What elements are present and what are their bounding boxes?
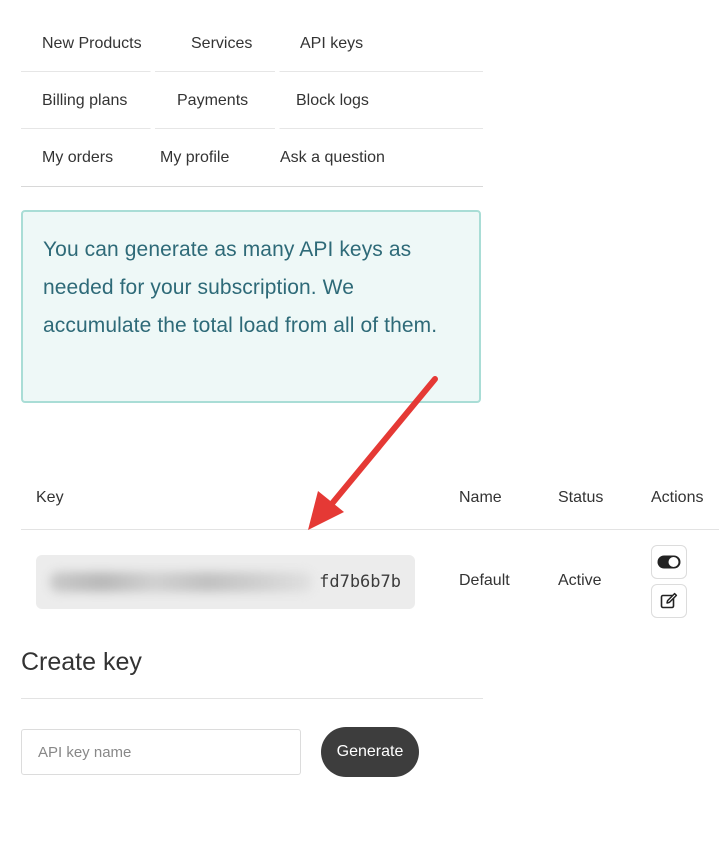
account-nav: New Products Services API keys Billing p… [21,15,483,187]
key-status-cell: Active [558,572,602,589]
col-header-actions: Actions [651,489,704,506]
nav-item-new-products[interactable]: New Products [42,15,142,72]
nav-divider [21,186,483,187]
toggle-on-icon [657,555,681,569]
api-keys-page: New Products Services API keys Billing p… [0,0,719,842]
api-key-suffix: fd7b6b7b [319,572,401,592]
obscured-key-prefix [50,572,312,592]
api-key-name-input[interactable] [21,729,301,775]
key-name-cell: Default [459,572,510,589]
col-header-status: Status [558,489,604,506]
nav-row-1: New Products Services API keys [21,15,483,72]
nav-item-services[interactable]: Services [191,15,252,72]
info-text: You can generate as many API keys as nee… [43,238,438,337]
info-callout: You can generate as many API keys as nee… [21,210,481,403]
nav-item-my-orders[interactable]: My orders [42,129,113,187]
nav-item-billing-plans[interactable]: Billing plans [42,72,127,129]
edit-key-button[interactable] [651,584,687,618]
col-header-name: Name [459,489,502,506]
nav-item-block-logs[interactable]: Block logs [296,72,369,129]
create-key-heading: Create key [21,648,142,676]
table-header-divider [21,529,719,530]
nav-row-2: Billing plans Payments Block logs [21,72,483,129]
nav-row-3: My orders My profile Ask a question [21,129,483,187]
nav-item-payments[interactable]: Payments [177,72,248,129]
nav-item-api-keys[interactable]: API keys [300,15,363,72]
create-key-divider [21,698,483,699]
nav-item-ask-a-question[interactable]: Ask a question [280,129,385,187]
toggle-key-button[interactable] [651,545,687,579]
generate-button[interactable]: Generate [321,727,419,777]
nav-item-my-profile[interactable]: My profile [160,129,229,187]
api-key-value[interactable]: fd7b6b7b [36,555,415,609]
edit-icon [660,592,678,609]
arrow-head [308,491,344,530]
col-header-key: Key [36,489,64,506]
